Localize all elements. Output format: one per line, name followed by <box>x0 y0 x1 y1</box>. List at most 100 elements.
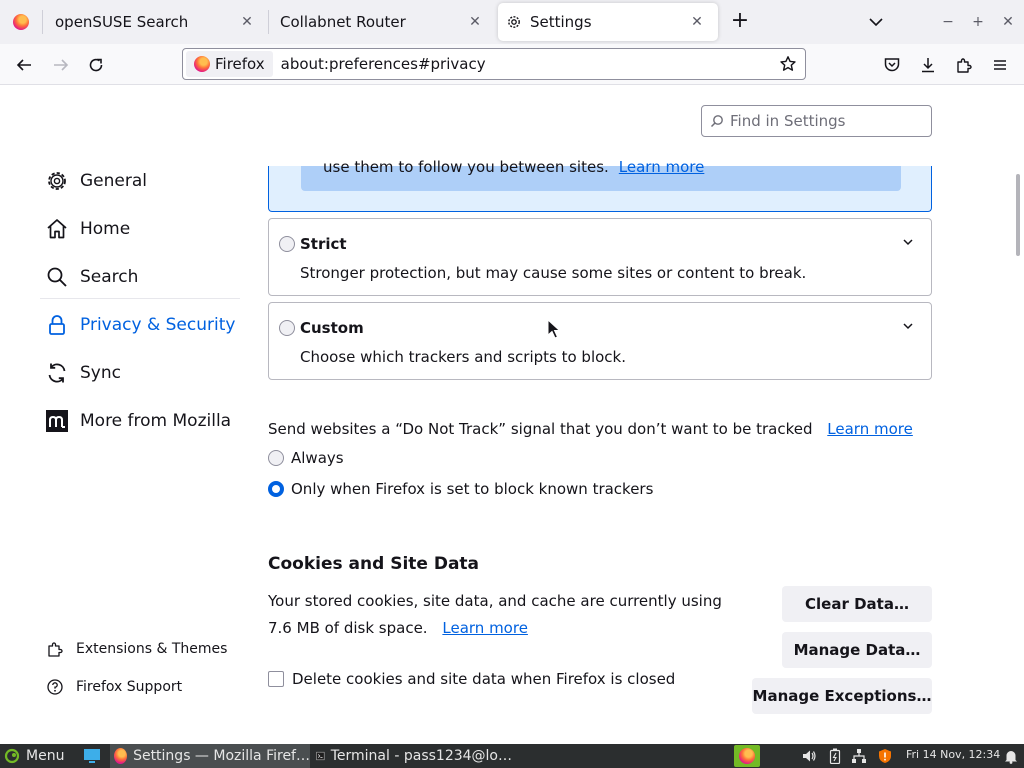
delete-on-close-option[interactable]: Delete cookies and site data when Firefo… <box>268 670 675 688</box>
downloads-button[interactable] <box>917 54 939 76</box>
delete-on-close-checkbox[interactable] <box>268 671 284 687</box>
url-text[interactable]: about:preferences#privacy <box>281 55 486 73</box>
battery-icon[interactable] <box>826 747 844 765</box>
reload-icon <box>89 58 103 72</box>
taskbar-window-firefox[interactable]: Settings — Mozilla Firef… <box>110 744 310 768</box>
minimize-button[interactable]: − <box>938 12 958 32</box>
sidebar-separator <box>40 298 240 299</box>
close-tab-icon[interactable]: ✕ <box>688 13 706 31</box>
dnt-always-radio[interactable] <box>268 450 284 466</box>
sidebar-item-search[interactable]: Search <box>44 262 138 292</box>
app-menu-button[interactable] <box>989 54 1011 76</box>
custom-protection-card[interactable]: Custom Choose which trackers and scripts… <box>268 302 932 380</box>
standard-protection-card: use them to follow you between sites. Lea… <box>268 158 932 212</box>
close-window-button[interactable]: ✕ <box>998 12 1018 32</box>
lock-icon <box>44 312 70 338</box>
sync-icon <box>44 360 70 386</box>
custom-description: Choose which trackers and scripts to blo… <box>300 348 626 366</box>
terminal-icon <box>316 751 325 761</box>
dnt-when-blocking-radio[interactable] <box>268 481 284 497</box>
volume-icon[interactable] <box>800 747 818 765</box>
reload-button[interactable] <box>85 54 107 76</box>
forward-button[interactable] <box>50 54 72 76</box>
sidebar-item-label: Search <box>80 267 139 287</box>
chevron-down-icon[interactable] <box>901 235 915 249</box>
radio-label: Always <box>291 449 344 467</box>
window-title: Settings — Mozilla Firef… <box>133 748 310 764</box>
tab-collabnet-router[interactable]: Collabnet Router ✕ <box>268 0 496 44</box>
checkbox-label: Delete cookies and site data when Firefo… <box>292 670 676 688</box>
show-desktop-button[interactable] <box>80 744 104 768</box>
find-in-settings-input[interactable]: Find in Settings <box>701 105 932 137</box>
standard-info-box: use them to follow you between sites. Lea… <box>301 158 901 191</box>
firefox-logo-icon <box>13 14 29 30</box>
sidebar-item-sync[interactable]: Sync <box>44 358 121 388</box>
strict-protection-card[interactable]: Strict Stronger protection, but may caus… <box>268 218 932 296</box>
download-icon <box>922 58 934 73</box>
start-menu-button[interactable]: Menu <box>2 744 70 768</box>
bookmark-star-icon[interactable] <box>779 55 797 73</box>
standard-info-text: use them to follow you between sites. Lea… <box>323 158 704 176</box>
taskbar: Menu Settings — Mozilla Firef… Terminal … <box>0 744 1024 768</box>
custom-radio[interactable] <box>279 320 295 336</box>
monitor-icon <box>84 749 100 763</box>
tab-settings[interactable]: Settings ✕ <box>498 0 718 44</box>
scrollbar-thumb[interactable] <box>1016 174 1020 256</box>
tray-firefox-button[interactable] <box>734 745 760 767</box>
cookies-section-title: Cookies and Site Data <box>268 554 480 574</box>
learn-more-link[interactable]: Learn more <box>619 158 705 176</box>
sidebar-footer-label: Extensions & Themes <box>76 641 228 657</box>
sidebar-item-general[interactable]: General <box>44 166 147 196</box>
standard-info-tail: use them to follow you between sites. <box>323 158 609 176</box>
sidebar-firefox-support[interactable]: Firefox Support <box>46 678 182 696</box>
url-bar[interactable]: Firefox about:preferences#privacy <box>182 48 806 80</box>
new-tab-button[interactable]: + <box>728 10 752 34</box>
taskbar-window-terminal[interactable]: Terminal - pass1234@lo… <box>312 744 512 768</box>
help-icon <box>47 679 63 695</box>
arrow-left-icon <box>16 59 31 71</box>
nav-bar: Firefox about:preferences#privacy <box>0 44 1024 85</box>
dnt-label: Send websites a “Do Not Track” signal th… <box>268 420 913 438</box>
dnt-always-option[interactable]: Always <box>268 449 344 467</box>
sidebar-extensions-themes[interactable]: Extensions & Themes <box>46 640 227 658</box>
notifications-bell-icon[interactable] <box>1002 747 1020 765</box>
manage-data-button[interactable]: Manage Data… <box>782 632 932 668</box>
clock[interactable]: Fri 14 Nov, 12:34 <box>906 748 1000 761</box>
sidebar-item-privacy-security[interactable]: Privacy & Security <box>44 310 235 340</box>
network-icon[interactable] <box>850 747 868 765</box>
puzzle-icon <box>48 642 63 657</box>
close-tab-icon[interactable]: ✕ <box>466 13 484 31</box>
firefox-menu-tab[interactable] <box>0 0 42 44</box>
manage-exceptions-button[interactable]: Manage Exceptions… <box>752 678 932 714</box>
strict-radio[interactable] <box>279 236 295 252</box>
extensions-button[interactable] <box>953 54 975 76</box>
sidebar-item-more-from-mozilla[interactable]: More from Mozilla <box>44 406 231 436</box>
sidebar-item-label: Home <box>80 219 131 239</box>
identity-box[interactable]: Firefox <box>186 51 273 77</box>
custom-title: Custom <box>300 319 364 337</box>
opensuse-logo-icon <box>4 748 20 764</box>
dnt-learn-more-link[interactable]: Learn more <box>827 420 913 438</box>
search-icon <box>44 264 70 290</box>
clear-data-button[interactable]: Clear Data… <box>782 586 932 622</box>
maximize-button[interactable]: + <box>968 12 988 32</box>
cookies-learn-more-link[interactable]: Learn more <box>442 619 528 637</box>
mouse-cursor-icon <box>547 319 561 339</box>
menu-label: Menu <box>26 748 65 764</box>
back-button[interactable] <box>13 54 35 76</box>
sidebar-item-label: Sync <box>80 363 121 383</box>
radio-label: Only when Firefox is set to block known … <box>291 480 654 498</box>
update-shield-icon[interactable] <box>876 747 894 765</box>
close-tab-icon[interactable]: ✕ <box>238 13 256 31</box>
sidebar-item-label: General <box>80 171 147 191</box>
tab-title: Settings <box>530 13 592 31</box>
chevron-down-icon[interactable] <box>866 12 886 32</box>
tab-strip: openSUSE Search ✕ Collabnet Router ✕ Set… <box>0 0 1024 44</box>
tab-opensuse-search[interactable]: openSUSE Search ✕ <box>42 0 268 44</box>
chevron-down-icon[interactable] <box>901 319 915 333</box>
sidebar-item-home[interactable]: Home <box>44 214 130 244</box>
search-icon <box>710 115 723 128</box>
puzzle-icon <box>957 58 972 73</box>
pocket-button[interactable] <box>881 54 903 76</box>
dnt-when-blocking-option[interactable]: Only when Firefox is set to block known … <box>268 480 653 498</box>
